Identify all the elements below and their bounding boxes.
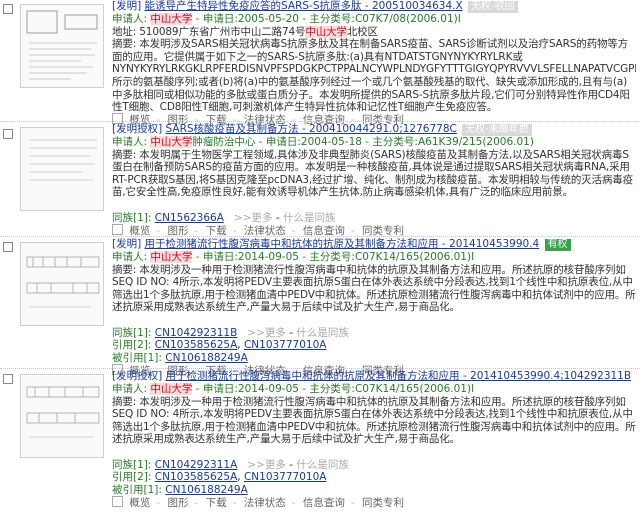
what-is-family-link[interactable]: 什么是同族 [296, 459, 349, 471]
result-item: [发明授权] 用于检测猪流行性腹泻病毒中和抗体的抗原及其制备方法和应用 - 20… [0, 370, 640, 517]
patent-drawing-thumbnail[interactable] [20, 4, 104, 88]
abstract-text: 摘要: 本发明涉及一种用于检测猪流行性腹泻病毒中和抗体的抗原及其制备方法和应用。… [112, 395, 636, 446]
ipc-value: C07K14/165(2006.01)I [354, 251, 475, 263]
drawing-thumbnail-graphic [26, 386, 100, 438]
cited-by-link[interactable]: CN106188249A [165, 484, 248, 496]
filing-date-label: 申请日: [202, 13, 238, 25]
cited-link[interactable]: CN103585625A [155, 471, 238, 483]
address-tail: 北校区 [346, 25, 378, 38]
filing-date-label: 申请日: [265, 136, 301, 148]
action-info-query[interactable]: 信息查询 [303, 497, 345, 509]
what-is-family-link[interactable]: 什么是同族 [296, 327, 349, 339]
patent-type: [发明授权] [112, 370, 163, 382]
select-checkbox[interactable] [3, 129, 13, 139]
filing-date-label: 申请日: [202, 383, 238, 395]
divider [0, 368, 640, 369]
patent-title-link[interactable]: SARS核酸疫苗及其制备方法 - 200410044291.0;1276778C [166, 123, 457, 135]
patent-drawing-thumbnail[interactable] [20, 374, 104, 458]
drawing-thumbnail-graphic [29, 139, 97, 181]
action-similar-patents[interactable]: 同类专利 [362, 497, 404, 509]
result-item: [发明] 能诱导产生特异性免疫应答的SARS-S抗原多肽 - 200510034… [0, 0, 640, 126]
ipc-value: C07K14/165(2006.01)I [354, 383, 475, 395]
patent-title-link[interactable]: 用于检测猪流行性腹泻病毒中和抗体的抗原及其制备方法和应用 - 201410453… [145, 238, 540, 250]
result-item: [发明授权] SARS核酸疫苗及其制备方法 - 200410044291.0;1… [0, 123, 640, 237]
filing-date: 2014-09-05 [237, 383, 299, 395]
status-badge: 无权-驳回 [468, 1, 518, 13]
action-bar: 概览 - 图形 - 下载 - 法律状态 - 信息查询 - 同类专利 [112, 496, 636, 510]
cited-link[interactable]: CN103585625A [155, 339, 238, 351]
same-family-label: 同族[1]: [112, 458, 152, 471]
action-icon [112, 496, 123, 508]
same-family-link[interactable]: CN104292311B [155, 327, 238, 339]
applicant-tail: 肿瘤防治中心 [192, 136, 256, 148]
same-family-link[interactable]: CN104292311A [155, 459, 238, 471]
patent-drawing-thumbnail[interactable] [20, 242, 104, 326]
same-family-label: 同族[1]: [112, 211, 152, 224]
status-badge: 无权-未缴年费 [462, 124, 532, 136]
more-link[interactable]: >>更多 [247, 459, 286, 471]
cited-by-label: 被引用[1]: [112, 351, 162, 364]
address-text: 地址: 510089广东省广州市中山二路74号 [112, 25, 306, 38]
abstract-text: 摘要: 本发明涉及SARS相关冠状病毒S抗原多肽及其在制备SARS疫苗、SARS… [112, 38, 636, 114]
select-checkbox[interactable] [3, 374, 13, 384]
cited-label: 引用[2]: [112, 471, 152, 484]
filing-date: 2004-05-18 [300, 136, 362, 148]
more-link[interactable]: >>更多 [234, 212, 273, 224]
ipc-value: A61K39/215(2006.01) [417, 136, 534, 148]
abstract-text: 摘要: 本发明属于生物医学工程领域,具体涉及非典型肺炎(SARS)核酸疫苗及其制… [112, 148, 633, 199]
applicant-value: 中山大学 [150, 13, 193, 25]
applicant-label: 申请人: [112, 13, 148, 25]
applicant-value: 中山大学 [150, 136, 193, 148]
applicant-label: 申请人: [112, 136, 148, 148]
patent-type: [发明] [112, 238, 142, 250]
action-drawings[interactable]: 图形 [167, 497, 188, 509]
drawing-thumbnail-graphic [26, 10, 98, 80]
ipc-label: 主分类号: [309, 251, 355, 263]
ipc-label: 主分类号: [309, 383, 355, 395]
patent-title-link[interactable]: 用于检测猪流行性腹泻病毒中和抗体的抗原及其制备方法和应用 - 201410453… [166, 370, 632, 382]
same-family-link[interactable]: CN1562366A [155, 212, 224, 224]
applicant-label: 申请人: [112, 383, 148, 395]
address-highlight: 中山大学 [305, 25, 347, 38]
divider [0, 236, 640, 237]
status-badge: 有权 [544, 239, 571, 251]
cited-by-link[interactable]: CN106188249A [165, 352, 248, 364]
filing-date: 2005-05-20 [237, 13, 299, 25]
action-legal-status[interactable]: 法律状态 [244, 497, 286, 509]
applicant-value: 中山大学 [150, 251, 193, 263]
result-item: [发明] 用于检测猪流行性腹泻病毒中和抗体的抗原及其制备方法和应用 - 2014… [0, 238, 640, 377]
applicant-value: 中山大学 [150, 383, 193, 395]
patent-type: [发明授权] [112, 123, 163, 135]
more-link[interactable]: >>更多 [247, 327, 286, 339]
cited-link[interactable]: CN103777010A [244, 339, 327, 351]
patent-results-list: [发明] 能诱导产生特异性免疫应答的SARS-S抗原多肽 - 200510034… [0, 0, 640, 517]
select-checkbox[interactable] [3, 4, 13, 14]
filing-date-label: 申请日: [202, 251, 238, 263]
patent-drawing-thumbnail[interactable] [20, 127, 104, 211]
abstract-text: 摘要: 本发明涉及一种用于检测猪流行性腹泻病毒中和抗体的抗原及其制备方法和应用。… [112, 263, 636, 314]
applicant-label: 申请人: [112, 251, 148, 263]
select-checkbox[interactable] [3, 242, 13, 252]
what-is-family-link[interactable]: 什么是同族 [283, 212, 336, 224]
action-download[interactable]: 下载 [206, 497, 227, 509]
cited-label: 引用[2]: [112, 339, 152, 352]
cited-by-label: 被引用[1]: [112, 483, 162, 496]
action-icon [112, 224, 123, 236]
ipc-value: C07K7/08(2006.01)I [354, 13, 461, 25]
patent-type: [发明] [112, 0, 142, 12]
filing-date: 2014-09-05 [237, 251, 299, 263]
ipc-label: 主分类号: [309, 13, 355, 25]
cited-link[interactable]: CN103777010A [244, 471, 327, 483]
drawing-thumbnail-graphic [26, 256, 100, 308]
patent-title-link[interactable]: 能诱导产生特异性免疫应答的SARS-S抗原多肽 - 200510034634.X [145, 0, 463, 12]
same-family-label: 同族[1]: [112, 326, 152, 339]
action-overview[interactable]: 概览 [129, 497, 150, 509]
divider [0, 121, 640, 122]
ipc-label: 主分类号: [372, 136, 418, 148]
